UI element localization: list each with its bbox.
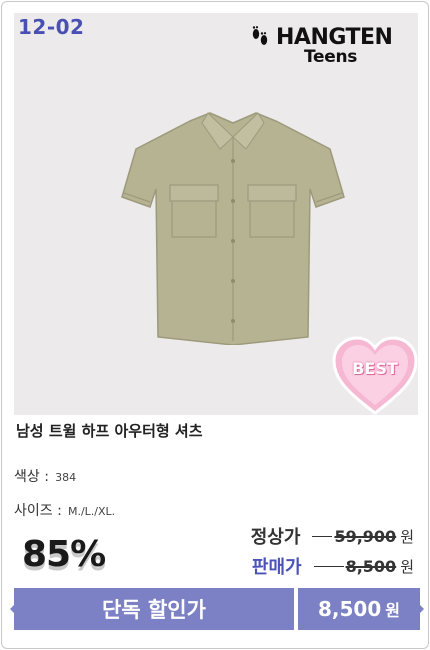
- product-card[interactable]: 12-02 HANGTEN Teens BEST 남성 트윌 하프 아우터형 셔…: [1, 1, 429, 649]
- sale-price-row: 판매가 8,500 원: [252, 553, 414, 579]
- product-title[interactable]: 남성 트윌 하프 아우터형 셔츠: [16, 420, 203, 441]
- best-badge-label: BEST: [352, 359, 398, 378]
- sale-price-value: 8,500: [345, 556, 397, 576]
- size-label: 사이즈 :: [14, 503, 62, 519]
- banner-arrow-right-icon: [416, 601, 424, 617]
- price-divider: [312, 535, 333, 537]
- discount-rate: 85%: [22, 534, 106, 575]
- deal-price-value: 8,500: [318, 597, 382, 621]
- color-label: 색상 :: [14, 469, 49, 485]
- regular-price-unit: 원: [400, 527, 414, 546]
- color-value: 384: [55, 471, 77, 484]
- product-image[interactable]: 12-02 HANGTEN Teens BEST: [14, 13, 418, 415]
- exclusive-price-banner[interactable]: 단독 할인가 8,500 원: [10, 588, 424, 630]
- brand-sub: Teens: [304, 47, 358, 67]
- exclusive-deal-label: 단독 할인가: [102, 598, 206, 622]
- brand-logo: HANGTEN Teens: [248, 23, 408, 69]
- deal-price-button[interactable]: 8,500 원: [298, 588, 420, 630]
- promo-date: 12-02: [18, 15, 85, 39]
- regular-price-row: 정상가 59,900 원: [251, 523, 414, 549]
- size-option: 사이즈 : M./L./XL.: [14, 500, 115, 520]
- exclusive-deal-button[interactable]: 단독 할인가: [14, 588, 294, 630]
- footprints-icon: [252, 26, 268, 45]
- regular-price-label: 정상가: [250, 527, 301, 548]
- short-sleeve-shirt-icon: [121, 112, 345, 345]
- deal-price-unit: 원: [385, 601, 400, 620]
- price-divider: [313, 565, 344, 567]
- size-value: M./L./XL.: [67, 505, 116, 518]
- regular-price-value: 59,900: [334, 526, 397, 546]
- brand-name: HANGTEN: [276, 24, 393, 50]
- color-option: 색상 : 384: [14, 466, 76, 486]
- sale-price-label: 판매가: [251, 557, 302, 578]
- sale-price-unit: 원: [400, 557, 414, 576]
